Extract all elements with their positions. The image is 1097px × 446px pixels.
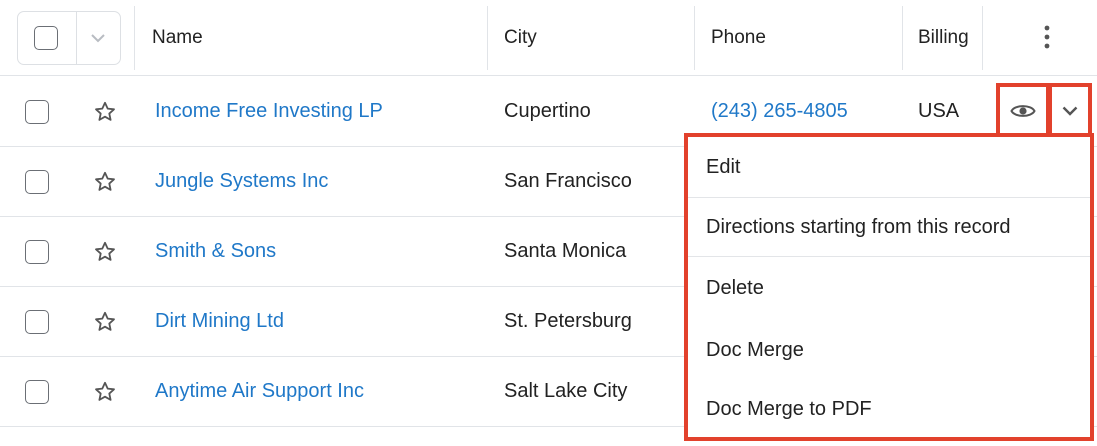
column-divider [487, 6, 488, 70]
row-checkbox[interactable] [25, 239, 49, 264]
city-cell: St. Petersburg [504, 310, 632, 332]
menu-item-delete[interactable]: Delete [688, 257, 1090, 319]
column-divider [694, 6, 695, 70]
menu-item-doc-merge[interactable]: Doc Merge [688, 319, 1090, 381]
column-header-name[interactable]: Name [152, 0, 203, 75]
row-actions-menu: Edit Directions starting from this recor… [684, 133, 1094, 441]
star-icon[interactable] [93, 240, 117, 264]
table-header: Name City Phone Billing [0, 0, 1097, 76]
kebab-icon[interactable] [1037, 24, 1057, 52]
star-icon[interactable] [93, 100, 117, 124]
column-divider [134, 6, 135, 70]
column-divider [902, 6, 903, 70]
row-actions-dropdown-button[interactable] [1048, 83, 1092, 139]
menu-item-edit[interactable]: Edit [688, 137, 1090, 197]
column-header-billing[interactable]: Billing [918, 0, 969, 75]
chevron-down-icon[interactable] [88, 28, 108, 48]
row-checkbox-cell [25, 147, 49, 216]
column-header-name-label: Name [152, 26, 203, 48]
column-header-city-label: City [504, 26, 537, 48]
account-name-link[interactable]: Jungle Systems Inc [155, 147, 328, 216]
favorite-cell [93, 287, 117, 356]
favorite-cell [93, 147, 117, 216]
menu-item-doc-merge-pdf[interactable]: Doc Merge to PDF [688, 381, 1090, 437]
account-name-link[interactable]: Anytime Air Support Inc [155, 357, 364, 426]
row-checkbox-cell [25, 217, 49, 286]
account-name-link[interactable]: Dirt Mining Ltd [155, 287, 284, 356]
row-checkbox[interactable] [25, 169, 49, 194]
column-header-phone[interactable]: Phone [711, 0, 766, 75]
column-divider [982, 6, 983, 70]
star-icon[interactable] [93, 310, 117, 334]
favorite-cell [93, 77, 117, 146]
account-name-link[interactable]: Smith & Sons [155, 217, 276, 286]
row-checkbox[interactable] [25, 99, 49, 124]
city-cell: Santa Monica [504, 240, 627, 262]
column-header-city[interactable]: City [504, 0, 537, 75]
star-icon[interactable] [93, 170, 117, 194]
bulk-select-divider [76, 12, 77, 64]
chevron-down-icon [1062, 106, 1078, 116]
column-header-phone-label: Phone [711, 26, 766, 48]
city-cell: San Francisco [504, 170, 632, 192]
preview-button[interactable] [996, 83, 1050, 139]
favorite-cell [93, 217, 117, 286]
row-checkbox-cell [25, 77, 49, 146]
favorite-cell [93, 357, 117, 426]
menu-item-directions[interactable]: Directions starting from this record [688, 197, 1090, 257]
star-icon[interactable] [93, 380, 117, 404]
row-checkbox[interactable] [25, 309, 49, 334]
select-all-checkbox[interactable] [34, 26, 58, 50]
city-cell: Salt Lake City [504, 380, 628, 402]
account-name-link[interactable]: Income Free Investing LP [155, 77, 383, 146]
bulk-select-control[interactable] [17, 11, 121, 65]
row-checkbox-cell [25, 357, 49, 426]
eye-icon [1010, 105, 1036, 117]
column-header-billing-label: Billing [918, 26, 969, 48]
row-checkbox-cell [25, 287, 49, 356]
row-checkbox[interactable] [25, 379, 49, 404]
city-cell: Cupertino [504, 100, 591, 122]
